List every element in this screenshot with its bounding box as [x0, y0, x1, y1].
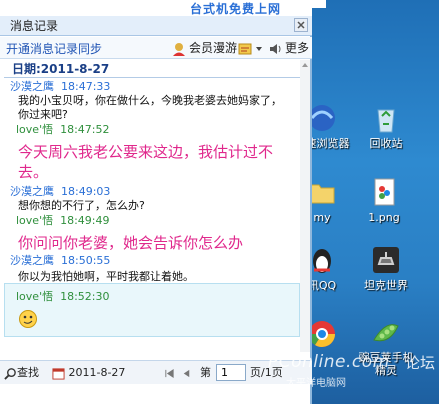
qq-penguin-icon — [313, 249, 331, 273]
member-roam-button[interactable]: 会员漫游 — [172, 39, 237, 57]
window-title: 消息记录 — [10, 19, 59, 33]
desktop-icon-qq[interactable]: 讯QQ — [312, 244, 354, 292]
desktop-icon-my[interactable]: my — [312, 176, 354, 224]
sync-records-link[interactable]: 开通消息记录同步 — [6, 40, 102, 57]
desktop-icon-browser[interactable]: 高速浏览器 — [312, 102, 354, 150]
message-text: 想你想的不行了，怎么办? — [18, 199, 145, 212]
desktop-icon-label: 坦克世界 — [364, 279, 408, 292]
member-avatar-icon — [173, 42, 185, 56]
desktop: 高速浏览器 回收站 my 1.png 讯QQ 坦克世界 — [312, 0, 439, 404]
message-sender: love'悟 18:52:30 — [16, 290, 110, 303]
message-list: 沙漠之鹰 18:47:33 我的小宝贝呀，你在做什么，今晚我老婆去她妈家了，你过… — [4, 80, 300, 342]
prev-page-button[interactable] — [181, 365, 192, 381]
top-banner-ad[interactable]: 台式机免费上网 — [190, 0, 312, 16]
message-text: 你问问你老婆，她会告诉你怎么办 — [18, 234, 244, 252]
date-value: 2011-8-27 — [68, 366, 126, 379]
message-text: 我的小宝贝呀，你在做什么，今晚我老婆去她妈家了，你过来吧? — [18, 94, 282, 121]
message-item[interactable]: love'悟 18:47:52 今天周六我老公要来这边，我估计过不去。 — [4, 123, 300, 182]
folder-icon — [312, 184, 335, 204]
message-item[interactable]: love'悟 18:52:30 — [4, 290, 300, 332]
desktop-icon-label: 回收站 — [369, 137, 403, 150]
forum-watermark: 论坛 — [405, 354, 436, 372]
desktop-icon-png[interactable]: 1.png — [352, 176, 416, 224]
message-sender: 沙漠之鹰 18:47:33 — [10, 80, 111, 93]
prev-page-icon — [183, 369, 190, 377]
desktop-icon-label: 高速浏览器 — [312, 137, 350, 150]
message-sender: love'悟 18:49:49 — [16, 214, 110, 227]
close-icon[interactable] — [294, 18, 308, 32]
pea-pod-icon — [373, 324, 399, 342]
page-number-input[interactable]: 1 — [216, 364, 246, 381]
message-text: 今天周六我老公要来这边，我估计过不去。 — [18, 143, 274, 181]
member-roam-label: 会员漫游 — [189, 41, 238, 55]
desktop-icon-world-of-tanks[interactable]: 坦克世界 — [354, 244, 418, 292]
scroll-up-icon[interactable] — [300, 60, 310, 70]
desktop-icon-recycle-bin[interactable]: 回收站 — [354, 102, 418, 150]
message-item[interactable]: 沙漠之鹰 18:47:33 我的小宝贝呀，你在做什么，今晚我老婆去她妈家了，你过… — [4, 80, 300, 122]
message-text: 你以为我怕她啊，平时我都让着她。 — [18, 270, 194, 283]
message-item[interactable]: 沙漠之鹰 18:50:55 你以为我怕她啊，平时我都让着她。 — [4, 254, 300, 284]
site-watermark-subtitle: 太平洋电脑网 — [286, 378, 346, 389]
tools-icon — [238, 43, 252, 54]
desktop-icon-label: my — [313, 211, 331, 224]
tank-game-icon — [373, 247, 399, 273]
recycle-bin-icon — [377, 109, 395, 133]
message-history-window: 台式机免费上网 消息记录 开通消息记录同步 会员漫游 更多 日期:2011-8-… — [0, 0, 312, 404]
desktop-icon-chrome[interactable] — [312, 318, 354, 353]
page-prefix-label: 第 — [200, 366, 211, 379]
date-header: 日期:2011-8-27 — [4, 60, 300, 78]
message-sender: 沙漠之鹰 18:49:03 — [10, 185, 111, 198]
chrome-browser-icon — [312, 321, 336, 348]
first-page-button[interactable] — [164, 365, 175, 381]
history-footer: 查找 2011-8-27 第 1 页/1页 — [0, 360, 312, 384]
more-button[interactable]: 更多 — [268, 39, 309, 57]
search-label: 查找 — [17, 366, 39, 379]
desktop-banner-strip — [312, 0, 326, 8]
site-watermark: PConline.com — [268, 352, 390, 372]
search-icon — [4, 367, 16, 380]
history-tools-button[interactable] — [238, 39, 266, 57]
image-file-icon — [374, 178, 395, 206]
calendar-icon — [52, 367, 65, 380]
vertical-scrollbar[interactable] — [300, 60, 310, 352]
chevron-down-icon — [256, 46, 262, 51]
browser-icon — [312, 105, 335, 131]
message-item[interactable]: love'悟 18:49:49 你问问你老婆，她会告诉你怎么办 — [4, 214, 300, 253]
emoticon-icon — [19, 310, 37, 328]
more-label: 更多 — [285, 41, 310, 55]
message-sender: 沙漠之鹰 18:50:55 — [10, 254, 111, 267]
window-title-bar: 消息记录 — [0, 16, 312, 36]
date-picker[interactable]: 2011-8-27 — [52, 365, 125, 381]
desktop-icon-label: 讯QQ — [312, 279, 337, 292]
search-button[interactable]: 查找 — [4, 365, 39, 381]
speaker-icon — [270, 43, 281, 54]
history-toolbar: 开通消息记录同步 会员漫游 更多 — [0, 37, 312, 59]
message-sender: love'悟 18:47:52 — [16, 123, 110, 136]
banner-text: 台式机免费上网 — [190, 2, 282, 16]
desktop-icon-label: 1.png — [368, 211, 400, 224]
first-page-icon — [165, 368, 174, 378]
message-item[interactable]: 沙漠之鹰 18:49:03 想你想的不行了，怎么办? — [4, 185, 300, 213]
